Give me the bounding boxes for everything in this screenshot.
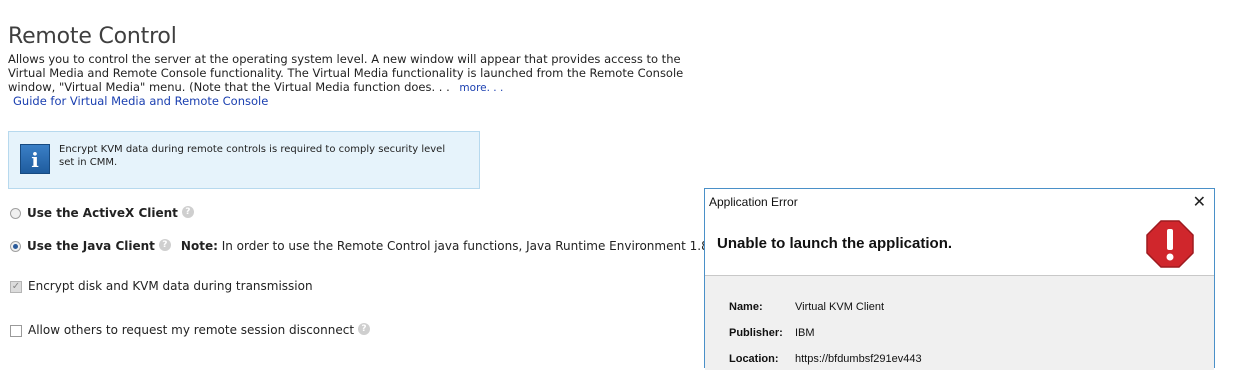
- detail-key: Publisher:: [729, 327, 783, 339]
- java-label: Use the Java Client: [27, 239, 155, 253]
- allow-disconnect-option[interactable]: Allow others to request my remote sessio…: [10, 323, 371, 337]
- detail-row-location: Location: https://bfdumbsf291ev443: [729, 353, 922, 365]
- detail-key: Location:: [729, 353, 779, 365]
- note-label: Note:: [180, 239, 218, 253]
- info-text: Encrypt KVM data during remote controls …: [59, 144, 446, 168]
- encrypt-option[interactable]: ✓ Encrypt disk and KVM data during transm…: [10, 279, 313, 293]
- help-icon[interactable]: ?: [158, 239, 171, 251]
- help-icon[interactable]: ?: [181, 206, 194, 218]
- encrypt-label: Encrypt disk and KVM data during transmi…: [28, 279, 313, 293]
- activex-radio[interactable]: [10, 208, 21, 219]
- error-octagon-icon: [1146, 220, 1194, 268]
- detail-value: Virtual KVM Client: [795, 301, 885, 313]
- info-banner: i Encrypt KVM data during remote control…: [8, 131, 480, 189]
- description-text: Allows you to control the server at the …: [8, 52, 684, 94]
- detail-key: Name:: [729, 301, 763, 313]
- page-title: Remote Control: [8, 24, 177, 49]
- dialog-details: Name: Virtual KVM Client Publisher: IBM Lo…: [705, 275, 1214, 370]
- dialog-title: Application Error: [709, 195, 798, 209]
- encrypt-checkbox[interactable]: ✓: [10, 280, 22, 293]
- java-option[interactable]: Use the Java Client? Note: In order to us…: [10, 239, 779, 253]
- detail-row-name: Name: Virtual KVM Client: [729, 301, 884, 313]
- dialog-header: Unable to launch the application.: [717, 235, 953, 252]
- guide-link[interactable]: Guide for Virtual Media and Remote Conso…: [13, 94, 268, 108]
- close-icon[interactable]: ✕: [1193, 192, 1206, 211]
- application-error-dialog: Application Error ✕ Unable to launch the…: [704, 188, 1215, 370]
- allow-disconnect-label: Allow others to request my remote sessio…: [28, 323, 355, 337]
- activex-label: Use the ActiveX Client: [27, 206, 178, 220]
- note-text: In order to use the Remote Control java …: [221, 239, 780, 253]
- help-icon[interactable]: ?: [358, 323, 371, 335]
- java-radio[interactable]: [10, 241, 21, 252]
- detail-value: IBM: [795, 327, 815, 339]
- more-link[interactable]: more. . .: [459, 82, 503, 94]
- page-description: Allows you to control the server at the …: [8, 52, 708, 95]
- activex-option[interactable]: Use the ActiveX Client?: [10, 206, 194, 220]
- detail-row-publisher: Publisher: IBM: [729, 327, 815, 339]
- info-icon: i: [20, 144, 50, 174]
- detail-value: https://bfdumbsf291ev443: [795, 353, 922, 365]
- allow-disconnect-checkbox[interactable]: [10, 324, 22, 337]
